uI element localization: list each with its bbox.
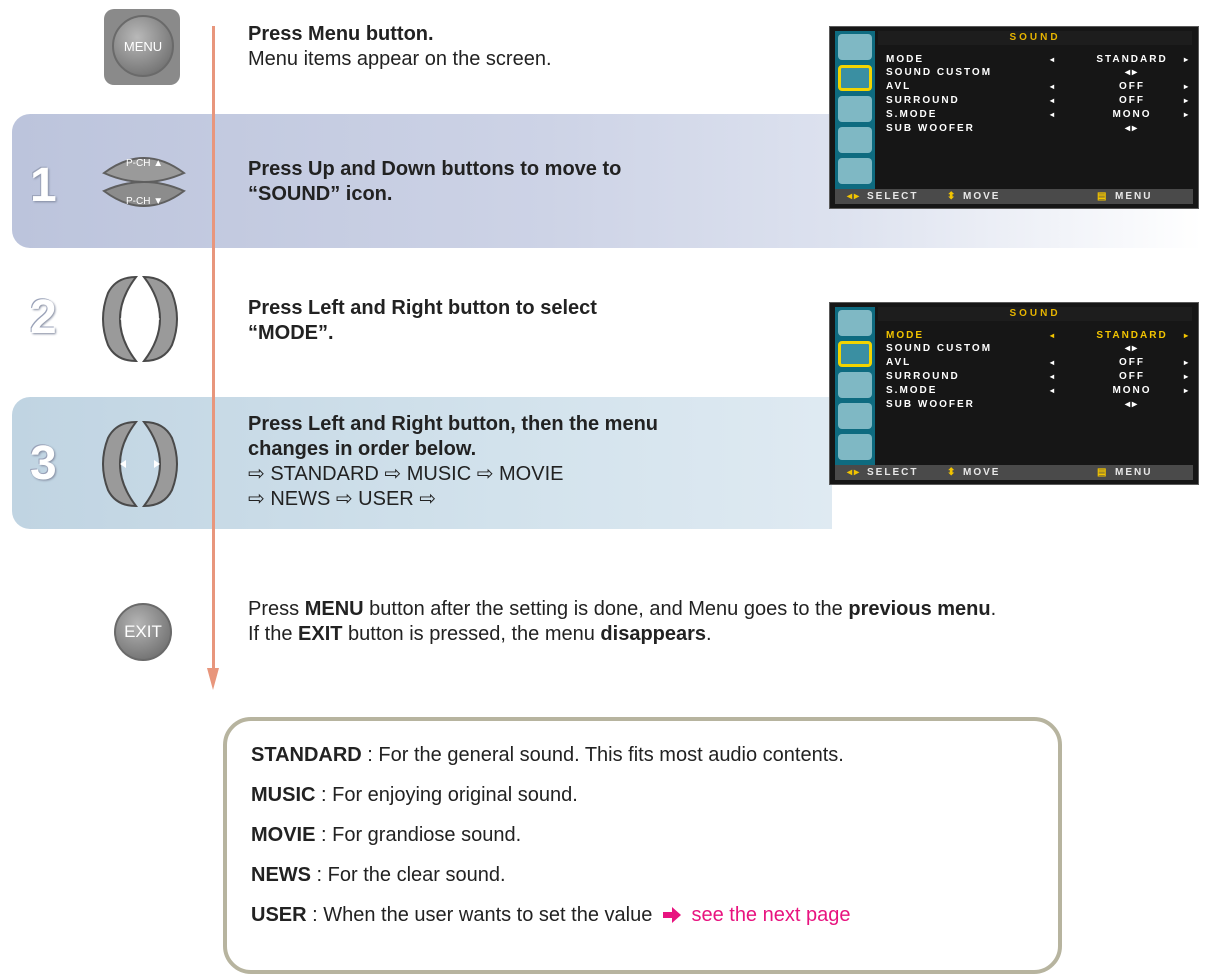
mode-standard: STANDARD : For the general sound. This f… bbox=[251, 744, 844, 766]
osd-row-sub-woofer: SUB WOOFER ◂▸ bbox=[886, 123, 1140, 134]
osd-row-avl: AVL ◂ OFF ▸ bbox=[886, 357, 1190, 368]
osd-row-mode: MODE ◂ STANDARD ▸ bbox=[886, 54, 1190, 65]
right-button bbox=[141, 420, 178, 508]
step-3-line1: Press Left and Right button, then the me… bbox=[248, 413, 658, 435]
right-button bbox=[141, 275, 178, 363]
special-icon bbox=[838, 127, 872, 153]
step-2-line2: “MODE”. bbox=[248, 322, 334, 344]
step-3-number: 3 bbox=[30, 437, 57, 490]
step-2-number: 2 bbox=[30, 291, 57, 344]
left-button bbox=[102, 420, 139, 508]
osd-row-smode: S.MODE ◂ MONO ▸ bbox=[886, 109, 1190, 120]
exit-button-label: EXIT bbox=[124, 622, 162, 641]
step-2-line1: Press Left and Right button to select bbox=[248, 297, 597, 319]
flow-line bbox=[212, 26, 215, 670]
osd-row-surround: SURROUND ◂ OFF ▸ bbox=[886, 95, 1190, 106]
special-icon bbox=[838, 403, 872, 429]
osd-row-sound-custom: SOUND CUSTOM ◂▸ bbox=[886, 343, 1140, 354]
channel-up-label: P-CH ▲ bbox=[126, 158, 164, 169]
step-1-number: 1 bbox=[30, 159, 57, 212]
step-0-title: Press Menu button. bbox=[248, 23, 434, 45]
sound-mode-descriptions: STANDARD : For the general sound. This f… bbox=[223, 717, 1062, 974]
osd-title: SOUND bbox=[878, 307, 1192, 321]
left-button bbox=[102, 275, 139, 363]
osd-sound-menu-2: SOUND MODE ◂ STANDARD ▸ SOUND CUSTOM ◂▸ AVL ◂… bbox=[829, 302, 1199, 485]
timer-icon bbox=[838, 372, 872, 398]
flow-arrow-head bbox=[207, 668, 219, 690]
osd-row-surround: SURROUND ◂ OFF ▸ bbox=[886, 371, 1190, 382]
osd-row-sub-woofer: SUB WOOFER ◂▸ bbox=[886, 399, 1140, 410]
left-right-buttons bbox=[102, 275, 178, 363]
exit-line2: If the EXIT button is pressed, the menu … bbox=[248, 623, 712, 645]
picture-icon bbox=[838, 34, 872, 60]
left-right-buttons-2 bbox=[102, 420, 178, 508]
setup-icon bbox=[838, 158, 872, 184]
menu-button-face: MENU bbox=[112, 15, 174, 77]
osd-sound-menu-1: SOUND MODE ◂ STANDARD ▸ SOUND CUSTOM ◂▸ AVL ◂… bbox=[829, 26, 1199, 209]
step-3-line2: changes in order below. bbox=[248, 438, 477, 460]
osd-icon-column bbox=[835, 31, 875, 189]
mode-music: MUSIC : For enjoying original sound. bbox=[251, 784, 578, 806]
timer-icon bbox=[838, 96, 872, 122]
osd-footer: ◂▸ SELECT ⬍ MOVE ▤ MENU bbox=[835, 189, 1193, 204]
step-1-line1: Press Up and Down buttons to move to bbox=[248, 158, 622, 180]
see-next-page-link[interactable]: see the next page bbox=[691, 904, 850, 926]
picture-icon bbox=[838, 310, 872, 336]
sound-icon bbox=[838, 341, 872, 367]
osd-footer: ◂▸ SELECT ⬍ MOVE ▤ MENU bbox=[835, 465, 1193, 480]
channel-down-label: P-CH ▼ bbox=[126, 196, 164, 207]
exit-instructions: Press MENU button after the setting is d… bbox=[248, 597, 1198, 647]
step-0-desc: Menu items appear on the screen. bbox=[248, 48, 552, 70]
menu-remote-button: MENU bbox=[104, 9, 180, 85]
exit-button: EXIT bbox=[114, 603, 172, 661]
sound-icon bbox=[838, 65, 872, 91]
pointing-arrow-icon bbox=[662, 907, 681, 923]
step-1-text: Press Up and Down buttons to move to “SO… bbox=[248, 157, 621, 207]
step-3-order-line2: ⇨ NEWS ⇨ USER ⇨ bbox=[248, 488, 437, 510]
step-2-text: Press Left and Right button to select “M… bbox=[248, 296, 597, 346]
osd-row-smode: S.MODE ◂ MONO ▸ bbox=[886, 385, 1190, 396]
step-1-line2: “SOUND” icon. bbox=[248, 183, 393, 205]
osd-row-avl: AVL ◂ OFF ▸ bbox=[886, 81, 1190, 92]
osd-icon-column bbox=[835, 307, 875, 465]
step-3-text: Press Left and Right button, then the me… bbox=[248, 412, 658, 512]
step-0-text: Press Menu button. Menu items appear on … bbox=[248, 22, 552, 72]
mode-news: NEWS : For the clear sound. bbox=[251, 864, 506, 886]
exit-line1: Press MENU button after the setting is d… bbox=[248, 598, 997, 620]
osd-row-mode-highlighted: MODE ◂ STANDARD ▸ bbox=[886, 330, 1190, 341]
menu-button-label: MENU bbox=[123, 38, 163, 54]
setup-icon bbox=[838, 434, 872, 460]
osd-row-sound-custom: SOUND CUSTOM ◂▸ bbox=[886, 67, 1140, 78]
mode-user: USER : When the user wants to set the va… bbox=[251, 904, 851, 926]
mode-movie: MOVIE : For grandiose sound. bbox=[251, 824, 522, 846]
osd-title: SOUND bbox=[878, 31, 1192, 45]
step-3-order-line1: ⇨ STANDARD ⇨ MUSIC ⇨ MOVIE bbox=[248, 463, 564, 485]
